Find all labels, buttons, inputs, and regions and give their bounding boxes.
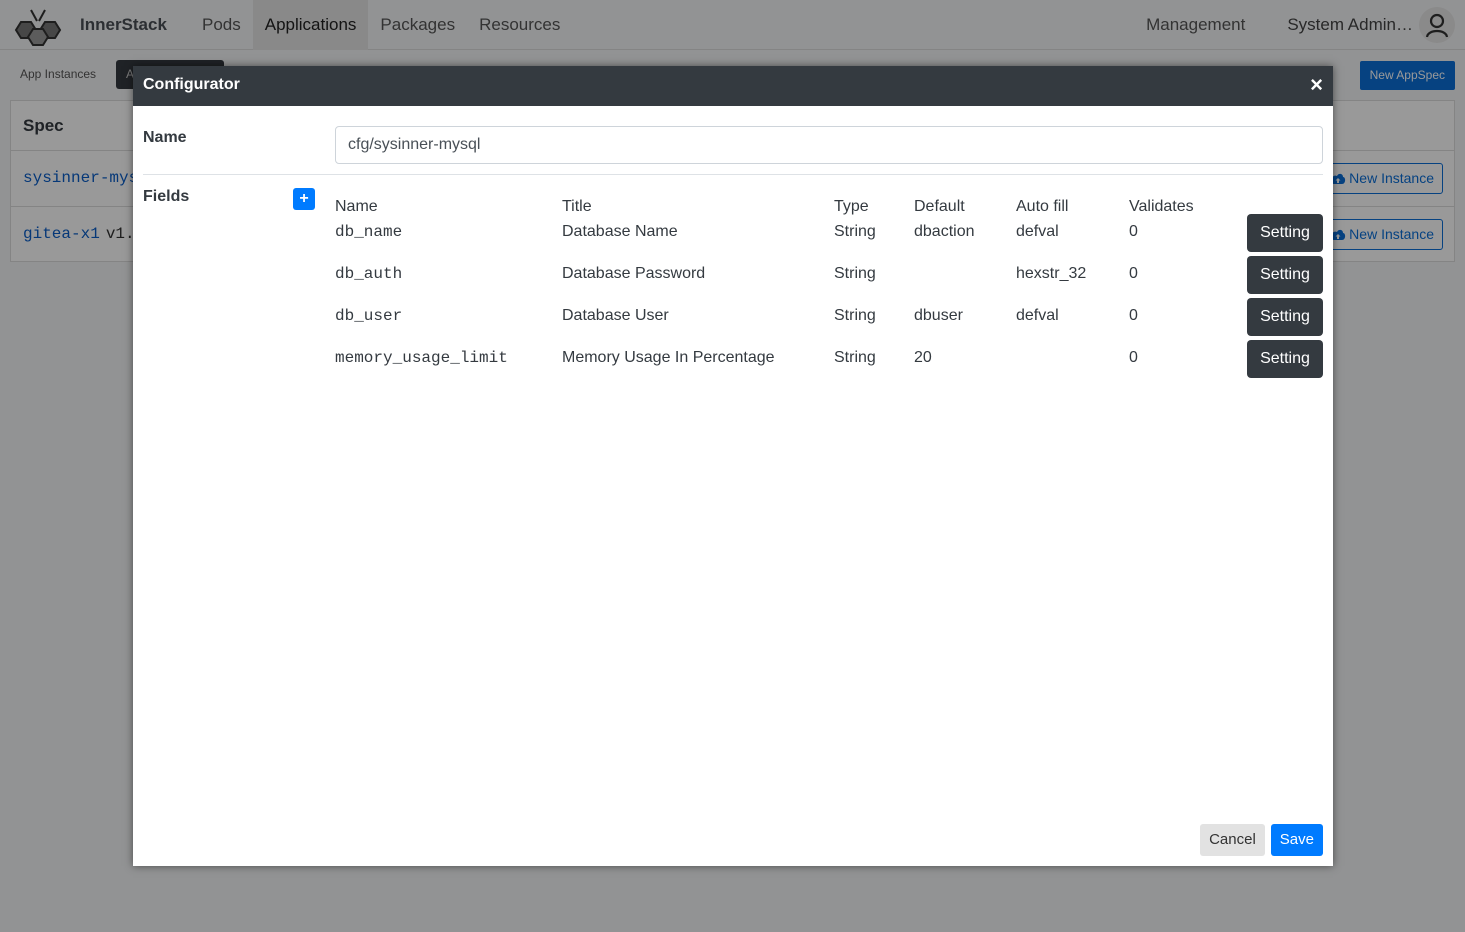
- field-default: dbuser: [914, 307, 963, 324]
- field-default: dbaction: [914, 223, 975, 240]
- field-name: memory_usage_limit: [335, 349, 508, 367]
- fields-header: Name Title Type Default Auto fill Valida…: [335, 184, 1323, 215]
- field-name: db_auth: [335, 265, 403, 283]
- field-title: Database Name: [562, 223, 678, 240]
- setting-button[interactable]: Setting: [1247, 298, 1323, 336]
- field-row: memory_usage_limit Memory Usage In Perce…: [335, 340, 1323, 382]
- field-auto-fill: defval: [1016, 307, 1059, 324]
- add-field-button[interactable]: +: [293, 188, 315, 210]
- field-auto-fill: defval: [1016, 223, 1059, 240]
- modal-header: Configurator ×: [133, 66, 1333, 106]
- setting-button[interactable]: Setting: [1247, 340, 1323, 378]
- field-row: db_name Database Name String dbaction de…: [335, 214, 1323, 256]
- field-title: Database User: [562, 307, 669, 324]
- close-icon[interactable]: ×: [1310, 74, 1323, 96]
- fields-table: Name Title Type Default Auto fill Valida…: [335, 184, 1323, 382]
- name-input[interactable]: [335, 126, 1323, 164]
- field-validates: 0: [1129, 349, 1138, 366]
- cancel-button[interactable]: Cancel: [1200, 824, 1265, 856]
- plus-icon: +: [299, 190, 309, 207]
- save-button[interactable]: Save: [1270, 824, 1323, 856]
- field-row: db_user Database User String dbuser defv…: [335, 298, 1323, 340]
- name-label: Name: [143, 129, 187, 146]
- field-auto-fill: hexstr_32: [1016, 265, 1087, 282]
- field-type: String: [834, 265, 876, 282]
- field-row: db_auth Database Password String hexstr_…: [335, 256, 1323, 298]
- field-title: Database Password: [562, 265, 706, 282]
- fields-label: Fields: [143, 188, 190, 205]
- field-validates: 0: [1129, 307, 1138, 324]
- field-validates: 0: [1129, 223, 1138, 240]
- field-title: Memory Usage In Percentage: [562, 349, 775, 366]
- field-name: db_user: [335, 307, 403, 325]
- name-row: Name: [143, 106, 1323, 175]
- field-name: db_name: [335, 223, 403, 241]
- setting-button[interactable]: Setting: [1247, 256, 1323, 294]
- field-type: String: [834, 349, 876, 366]
- configurator-modal: Configurator × Name Fields + Name Title …: [133, 66, 1333, 866]
- modal-title: Configurator: [143, 76, 240, 93]
- field-validates: 0: [1129, 265, 1138, 282]
- field-type: String: [834, 307, 876, 324]
- field-default: 20: [914, 349, 932, 366]
- modal-footer: Cancel Save: [1200, 824, 1323, 856]
- field-type: String: [834, 223, 876, 240]
- setting-button[interactable]: Setting: [1247, 214, 1323, 252]
